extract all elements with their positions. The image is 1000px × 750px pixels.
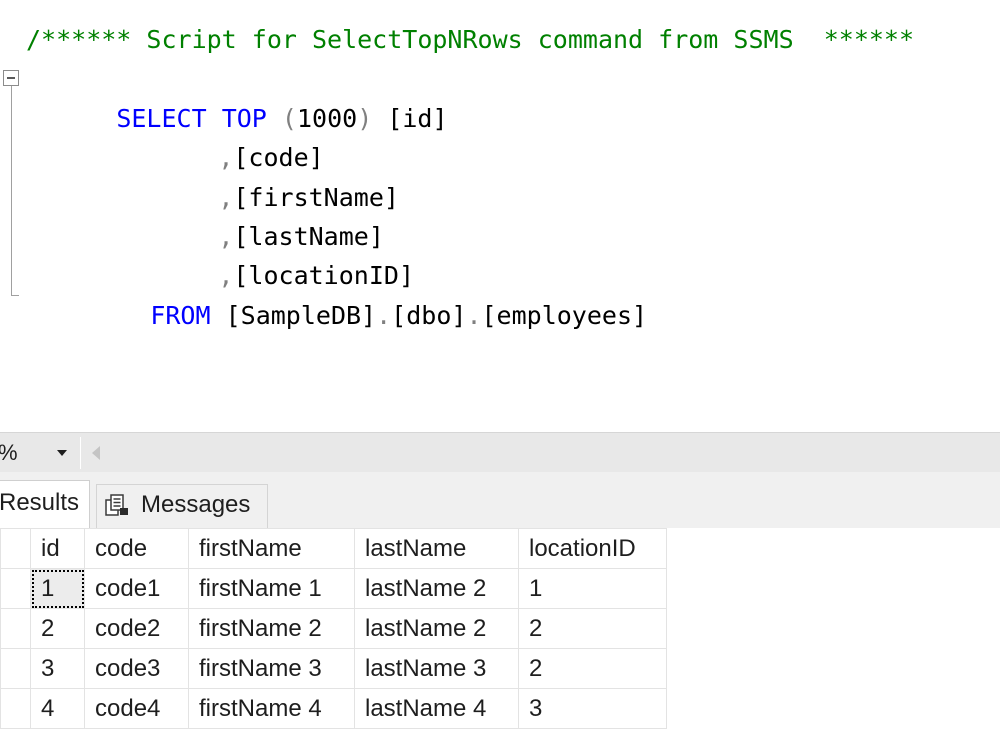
table-cell[interactable]: firstName 2 — [188, 608, 355, 649]
table-cell[interactable]: 3 — [30, 648, 85, 689]
tab-messages-label: Messages — [141, 491, 251, 518]
table-cell[interactable]: lastName 2 — [354, 568, 519, 609]
column-header[interactable]: id — [30, 528, 85, 569]
row-selector[interactable] — [0, 688, 31, 729]
table-cell[interactable]: code2 — [84, 608, 189, 649]
outline-guide-end — [11, 295, 19, 296]
table-cell[interactable]: 3 — [518, 688, 667, 729]
ssms-window: /****** Script for SelectTopNRows comman… — [0, 0, 1000, 750]
divider — [80, 437, 81, 469]
table-cell[interactable]: 4 — [30, 688, 85, 729]
column-id: [id] — [387, 104, 448, 133]
table-row: 2 code2 firstName 2 lastName 2 2 — [0, 608, 667, 649]
from-line: FROM [SampleDB].[dbo].[employees] — [60, 256, 647, 330]
table-row: 3 code3 firstName 3 lastName 3 2 — [0, 648, 667, 689]
tab-messages[interactable]: Messages — [96, 484, 268, 528]
select-line: SELECT TOP (1000) [id] — [26, 59, 447, 133]
table-cell[interactable]: lastName 4 — [354, 688, 519, 729]
results-tab-strip: Results Messages — [0, 472, 1000, 529]
table-name: [employees] — [481, 301, 648, 330]
zoom-level[interactable]: % — [0, 440, 18, 466]
table-cell[interactable]: lastName 2 — [354, 608, 519, 649]
results-grid-area: id code firstName lastName locationID 1 … — [0, 528, 1000, 750]
column-header[interactable]: lastName — [354, 528, 519, 569]
top-close-paren: ) — [357, 104, 373, 133]
header-row: id code firstName lastName locationID — [0, 528, 667, 569]
table-cell[interactable]: 1 — [518, 568, 667, 609]
table-cell[interactable]: lastName 3 — [354, 648, 519, 689]
column-line: ,[firstName] — [128, 138, 399, 212]
from-keyword: FROM — [150, 301, 211, 330]
table-cell[interactable]: firstName 1 — [188, 568, 355, 609]
outline-guide — [11, 86, 12, 296]
results-grid: id code firstName lastName locationID 1 … — [0, 528, 667, 729]
scroll-left-icon[interactable] — [90, 444, 106, 462]
column-line: ,[lastName] — [128, 177, 384, 251]
tab-results-label: Results — [0, 489, 80, 516]
table-row: 1 code1 firstName 1 lastName 2 1 — [0, 568, 667, 609]
messages-icon — [105, 494, 128, 516]
column-header[interactable]: locationID — [518, 528, 667, 569]
column-header[interactable]: code — [84, 528, 189, 569]
collapse-toggle-icon[interactable] — [3, 70, 19, 86]
table-cell[interactable]: firstName 3 — [188, 648, 355, 689]
row-selector[interactable] — [0, 568, 31, 609]
dot-separator: . — [376, 301, 392, 330]
table-cell[interactable]: 2 — [518, 648, 667, 689]
table-cell[interactable]: 2 — [518, 608, 667, 649]
row-header-corner[interactable] — [0, 528, 31, 569]
dot-separator: . — [466, 301, 482, 330]
table-cell[interactable]: code3 — [84, 648, 189, 689]
tab-results[interactable]: Results — [0, 480, 90, 529]
column-header[interactable]: firstName — [188, 528, 355, 569]
zoom-bar: % — [0, 432, 1000, 473]
table-cell[interactable]: code4 — [84, 688, 189, 729]
row-selector[interactable] — [0, 648, 31, 689]
schema-name: [dbo] — [391, 301, 467, 330]
column-line: ,[locationID] — [128, 216, 414, 290]
database-name: [SampleDB] — [225, 301, 377, 330]
header-comment: /****** Script for SelectTopNRows comman… — [26, 25, 915, 54]
table-row: 4 code4 firstName 4 lastName 4 3 — [0, 688, 667, 729]
query-editor[interactable]: /****** Script for SelectTopNRows comman… — [0, 0, 1000, 430]
table-cell[interactable]: firstName 4 — [188, 688, 355, 729]
table-cell[interactable]: 1 — [30, 568, 85, 609]
column-line: ,[code] — [128, 98, 323, 172]
chevron-down-icon[interactable] — [52, 444, 72, 462]
row-selector[interactable] — [0, 608, 31, 649]
table-cell[interactable]: 2 — [30, 608, 85, 649]
table-cell[interactable]: code1 — [84, 568, 189, 609]
